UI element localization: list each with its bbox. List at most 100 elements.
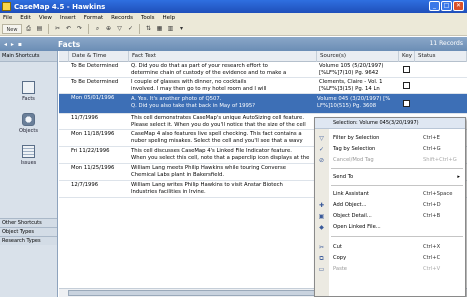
menu-item-label: Open Linked File... — [333, 224, 381, 230]
menu-records[interactable]: Records — [111, 15, 133, 21]
menu-item-open-linked-file[interactable]: ◆ Open Linked File... — [315, 222, 465, 232]
menu-item-shortcut: Ctrl+Space — [423, 191, 453, 197]
menu-separator — [331, 168, 463, 169]
issues-icon — [22, 145, 35, 158]
fact-text-line[interactable]: CaseMap 4 also features live spell check… — [131, 131, 317, 138]
grid-icon[interactable]: ▦ — [155, 24, 164, 34]
fact-text-line[interactable]: determine chain of custody of the eviden… — [131, 70, 317, 77]
column-header-date[interactable]: Date & Time — [69, 51, 129, 62]
objects-icon — [22, 113, 35, 126]
menu-item-copy[interactable]: ⧉ Copy Ctrl+C — [315, 253, 465, 263]
zoom-icon[interactable]: ⊕ — [104, 24, 113, 34]
research-types-bar[interactable]: Research Types — [0, 236, 57, 245]
menu-item-filter-by-selection[interactable]: ▽ Filter by Selection Ctrl+E — [315, 133, 465, 143]
other-shortcuts-bar[interactable]: Other Shortcuts — [0, 218, 57, 227]
cut-toolbar-icon[interactable]: ✂ — [53, 24, 62, 34]
fact-text-line[interactable]: involved. I may then go to my hotel room… — [131, 86, 317, 93]
fact-text-line[interactable]: nuber speling misakes. Select the cell a… — [131, 138, 317, 145]
source-cell[interactable]: [%LF%]7(10) Pg. 9642 — [319, 70, 399, 77]
menu-item-cancel-mod-tag[interactable]: ⊘ Cancel/Mod Tag Shift+Ctrl+G — [315, 155, 465, 165]
source-cell[interactable]: [%LF%]3(15) Pg. 14 Ln — [319, 86, 399, 93]
sidebar-item-objects[interactable]: Objects — [0, 113, 57, 134]
app-icon — [2, 2, 11, 11]
find-icon[interactable]: ⌕ — [93, 24, 102, 34]
key-checkbox[interactable] — [403, 66, 410, 73]
fact-text-line[interactable]: Q. Did you also take that back in May of… — [131, 103, 317, 110]
sort-icon[interactable]: ⇅ — [144, 24, 153, 34]
date-cell[interactable]: Mon 11/18/1996 — [71, 131, 129, 138]
main-shortcuts-header[interactable]: Main Shortcuts — [0, 51, 57, 62]
fact-text-line[interactable]: This cell demonstrates CaseMap's unique … — [131, 115, 317, 122]
menu-item-shortcut: Ctrl+E — [423, 135, 440, 141]
menu-item-object-detail[interactable]: ▣ Object Detail... Ctrl+B — [315, 211, 465, 221]
menu-item-label: Object Detail... — [333, 213, 372, 219]
fact-text-line[interactable]: William Lang writes Philip Hawkins to vi… — [131, 182, 317, 189]
filter-icon: ▽ — [319, 135, 324, 142]
object-types-bar[interactable]: Object Types — [0, 227, 57, 236]
date-cell[interactable]: Mon 05/01/1996 — [71, 95, 129, 102]
column-header-sources[interactable]: Source(s) — [317, 51, 399, 62]
menu-edit[interactable]: Edit — [20, 15, 31, 21]
menu-file[interactable]: File — [3, 15, 12, 21]
menu-item-tag-by-selection[interactable]: ✓ Tag by Selection Ctrl+G — [315, 144, 465, 154]
fact-text-line[interactable]: Industries facilities in Irvine. — [131, 189, 317, 196]
column-header-status[interactable]: Status — [415, 51, 467, 62]
new-button[interactable]: New — [2, 24, 22, 34]
print-icon[interactable]: ⎙ — [24, 24, 33, 34]
date-cell[interactable]: Fri 11/22/1996 — [71, 148, 129, 155]
sidebar-item-facts[interactable]: Facts — [0, 81, 57, 102]
source-cell-selected[interactable]: Volume 045 (3/20/1997) [% — [317, 96, 399, 103]
date-cell[interactable]: 12/7/1996 — [71, 182, 129, 189]
redo-icon[interactable]: ↷ — [75, 24, 84, 34]
window-title: CaseMap 4.5 - Hawkins — [14, 2, 106, 11]
filter-toolbar-icon[interactable]: ▽ — [115, 24, 124, 34]
submenu-arrow-icon: ▸ — [457, 174, 460, 180]
menu-view[interactable]: View — [39, 15, 52, 21]
table-row[interactable]: To Be Determined I couple of glasses wit… — [59, 78, 467, 94]
fact-text-line[interactable]: When you select this cell, note that a p… — [131, 155, 317, 162]
fact-text-line[interactable]: Chemical Labs plant in Bakersfield. — [131, 172, 317, 179]
table-row-selected[interactable]: Mon 05/01/1996 A. Yes. It's another phot… — [59, 94, 467, 114]
menu-item-label: Tag by Selection — [333, 146, 376, 152]
sidebar-item-issues[interactable]: Issues — [0, 145, 57, 166]
nav-arrows[interactable]: ◂ ▸ ▪ — [0, 41, 58, 48]
options-icon[interactable]: ▾ — [177, 24, 186, 34]
print-preview-icon[interactable]: ▤ — [35, 24, 44, 34]
key-checkbox[interactable] — [403, 100, 410, 107]
table-row[interactable]: To Be Determined Q. Did you do that as p… — [59, 62, 467, 78]
menu-tools[interactable]: Tools — [141, 15, 155, 21]
fact-text-line[interactable]: This cell discusses CaseMap 4's Linked F… — [131, 148, 317, 155]
menu-item-link-assistant[interactable]: Link Assistant Ctrl+Space — [315, 189, 465, 199]
chart-icon[interactable]: ▥ — [166, 24, 175, 34]
view-title: Facts — [58, 39, 81, 49]
fact-text-line[interactable]: A. Yes. It's another photo of Q507. — [131, 96, 317, 103]
date-cell[interactable]: To Be Determined — [71, 79, 129, 86]
facts-icon — [22, 81, 35, 94]
key-checkbox[interactable] — [403, 82, 410, 89]
minimize-button[interactable]: _ — [429, 1, 440, 11]
menu-item-send-to[interactable]: Send To ▸ — [315, 172, 465, 182]
column-header-fact-text[interactable]: Fact Text — [129, 51, 317, 62]
menu-format[interactable]: Format — [84, 15, 103, 21]
undo-icon[interactable]: ↶ — [64, 24, 73, 34]
menu-insert[interactable]: Insert — [60, 15, 76, 21]
menu-item-add-object[interactable]: ✚ Add Object... Ctrl+D — [315, 200, 465, 210]
source-cell-selected[interactable]: LF%]10(515) Pg. 3608 — [317, 103, 399, 110]
source-cell[interactable]: Volume 105 (5/20/1997) — [319, 63, 399, 70]
menu-item-paste[interactable]: ▭ Paste Ctrl+V — [315, 264, 465, 274]
tag-icon: ✓ — [318, 146, 325, 153]
maximize-button[interactable]: □ — [441, 1, 452, 11]
fact-text-line[interactable]: Q. Did you do that as part of your resea… — [131, 63, 317, 70]
fact-text-line[interactable]: I couple of glasses with dinner, no cock… — [131, 79, 317, 86]
fact-text-line[interactable]: William Lang meets Philip Hawkins while … — [131, 165, 317, 172]
source-cell[interactable]: Clements, Claire - Vol. 1 — [319, 79, 399, 86]
date-cell[interactable]: To Be Determined — [71, 63, 129, 70]
fact-text-line[interactable]: Please select it. When you do you'll not… — [131, 122, 317, 129]
date-cell[interactable]: Mon 11/25/1996 — [71, 165, 129, 172]
date-cell[interactable]: 11/7/1996 — [71, 115, 129, 122]
close-button[interactable]: ✕ — [453, 1, 464, 11]
menu-item-cut[interactable]: ✂ Cut Ctrl+X — [315, 242, 465, 252]
menu-help[interactable]: Help — [163, 15, 176, 21]
column-header-key[interactable]: Key — [399, 51, 415, 62]
tag-toolbar-icon[interactable]: ✓ — [126, 24, 135, 34]
